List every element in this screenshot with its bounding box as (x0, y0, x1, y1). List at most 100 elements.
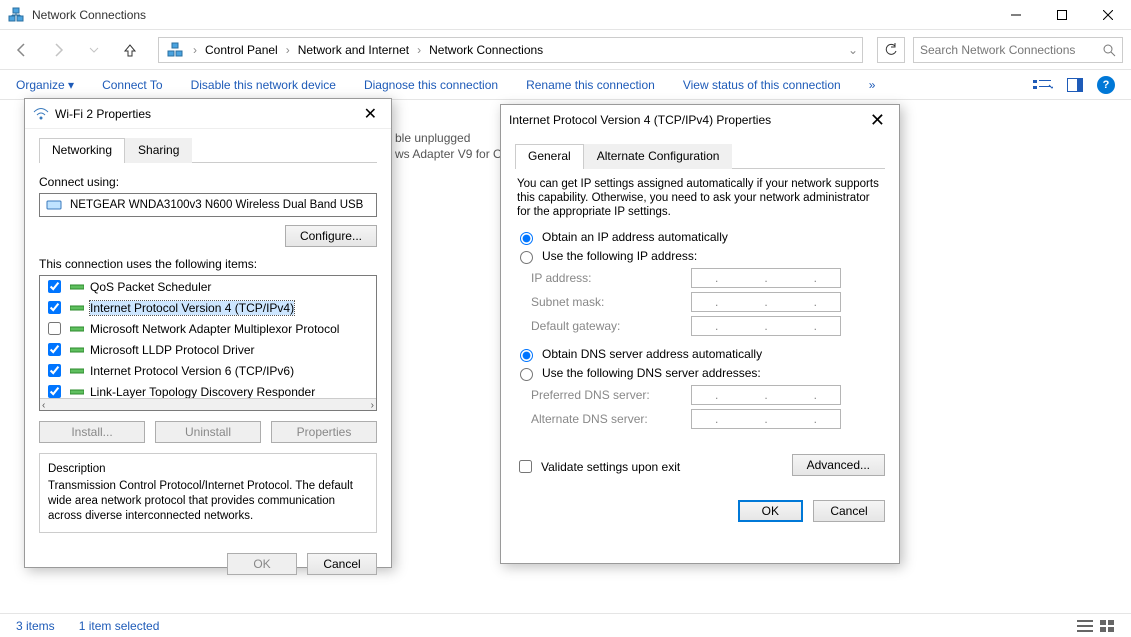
adapter-field[interactable]: NETGEAR WNDA3100v3 N600 Wireless Dual Ba… (39, 193, 377, 217)
checkbox-input[interactable] (48, 343, 61, 356)
dialog-titlebar[interactable]: Internet Protocol Version 4 (TCP/IPv4) P… (501, 105, 899, 135)
ipv4-description: You can get IP settings assigned automat… (517, 177, 883, 219)
view-options-icon[interactable] (1033, 78, 1053, 92)
preview-pane-icon[interactable] (1067, 78, 1083, 92)
radio-auto-dns[interactable]: Obtain DNS server address automatically (515, 346, 885, 362)
checkbox-input[interactable] (48, 301, 61, 314)
radio-input[interactable] (520, 368, 533, 381)
protocol-icon (70, 303, 84, 313)
horizontal-scrollbar[interactable]: ‹› (40, 398, 376, 411)
disable-device-button[interactable]: Disable this network device (191, 78, 336, 92)
radio-label: Use the following DNS server addresses: (542, 366, 761, 380)
organize-menu[interactable]: Organize ▾ (16, 78, 74, 92)
breadcrumb-item[interactable]: Network and Internet (296, 43, 411, 57)
breadcrumb-item[interactable]: Control Panel (203, 43, 280, 57)
protocol-item[interactable]: QoS Packet Scheduler (40, 276, 376, 297)
radio-input[interactable] (520, 251, 533, 264)
tab-networking[interactable]: Networking (39, 138, 125, 163)
items-label: This connection uses the following items… (39, 257, 377, 271)
ok-button[interactable]: OK (738, 500, 803, 522)
statusbar: 3 items 1 item selected (0, 613, 1131, 637)
protocol-item[interactable]: Microsoft Network Adapter Multiplexor Pr… (40, 318, 376, 339)
protocol-icon (70, 366, 84, 376)
protocol-label: Microsoft Network Adapter Multiplexor Pr… (90, 322, 339, 336)
preferred-dns-label: Preferred DNS server: (531, 388, 691, 402)
chevron-right-icon[interactable]: › (286, 43, 290, 57)
view-status-button[interactable]: View status of this connection (683, 78, 841, 92)
details-view-icon[interactable] (1077, 619, 1093, 633)
validate-checkbox[interactable]: Validate settings upon exit (515, 457, 680, 476)
preferred-dns-input: ... (691, 385, 841, 405)
more-commands[interactable]: » (869, 78, 876, 92)
tab-alternate[interactable]: Alternate Configuration (584, 144, 733, 169)
breadcrumb-item[interactable]: Network Connections (427, 43, 545, 57)
recent-dropdown[interactable] (80, 36, 108, 64)
protocol-item[interactable]: Link-Layer Topology Discovery Responder (40, 381, 376, 398)
radio-label: Obtain DNS server address automatically (542, 347, 762, 361)
help-icon[interactable]: ? (1097, 76, 1115, 94)
radio-input[interactable] (520, 349, 533, 362)
bg-line: ws Adapter V9 for Op (395, 146, 509, 162)
protocol-item[interactable]: Internet Protocol Version 4 (TCP/IPv4) (40, 297, 376, 318)
adapter-name: NETGEAR WNDA3100v3 N600 Wireless Dual Ba… (70, 199, 363, 211)
checkbox-input[interactable] (48, 364, 61, 377)
description-box: Description Transmission Control Protoco… (39, 453, 377, 533)
ip-address-input: ... (691, 268, 841, 288)
checkbox-label: Validate settings upon exit (541, 460, 680, 474)
tab-sharing[interactable]: Sharing (125, 138, 192, 163)
checkbox-input[interactable] (48, 280, 61, 293)
install-button[interactable]: Install... (39, 421, 145, 443)
tabstrip: General Alternate Configuration (515, 143, 885, 169)
cancel-button[interactable]: Cancel (307, 553, 377, 575)
up-button[interactable] (116, 36, 144, 64)
diagnose-button[interactable]: Diagnose this connection (364, 78, 498, 92)
connect-to-button[interactable]: Connect To (102, 78, 163, 92)
connect-using-label: Connect using: (39, 175, 377, 189)
subnet-mask-label: Subnet mask: (531, 295, 691, 309)
breadcrumb[interactable]: › Control Panel › Network and Internet ›… (158, 37, 863, 63)
radio-auto-ip[interactable]: Obtain an IP address automatically (515, 229, 885, 245)
dialog-titlebar[interactable]: Wi-Fi 2 Properties ✕ (25, 99, 391, 129)
radio-manual-ip[interactable]: Use the following IP address: (515, 248, 885, 264)
protocol-item[interactable]: Internet Protocol Version 6 (TCP/IPv6) (40, 360, 376, 381)
protocol-item[interactable]: Microsoft LLDP Protocol Driver (40, 339, 376, 360)
cancel-button[interactable]: Cancel (813, 500, 885, 522)
search-icon (1102, 43, 1116, 57)
rename-button[interactable]: Rename this connection (526, 78, 655, 92)
search-placeholder: Search Network Connections (920, 43, 1075, 57)
chevron-right-icon[interactable]: › (417, 43, 421, 57)
default-gateway-input: ... (691, 316, 841, 336)
maximize-button[interactable] (1039, 0, 1085, 30)
checkbox-input[interactable] (519, 460, 532, 473)
description-text: Transmission Control Protocol/Internet P… (48, 479, 368, 524)
configure-button[interactable]: Configure... (285, 225, 377, 247)
description-title: Description (48, 462, 368, 477)
large-icons-view-icon[interactable] (1099, 619, 1115, 633)
protocol-icon (70, 345, 84, 355)
advanced-button[interactable]: Advanced... (792, 454, 885, 476)
protocol-label: QoS Packet Scheduler (90, 280, 211, 294)
uninstall-button[interactable]: Uninstall (155, 421, 261, 443)
properties-button[interactable]: Properties (271, 421, 377, 443)
radio-manual-dns[interactable]: Use the following DNS server addresses: (515, 365, 885, 381)
refresh-button[interactable] (877, 37, 905, 63)
chevron-down-icon[interactable]: ⌄ (848, 43, 858, 57)
forward-button[interactable] (44, 36, 72, 64)
titlebar: Network Connections (0, 0, 1131, 30)
background-adapter-text: ble unplugged ws Adapter V9 for Op (395, 130, 509, 162)
chevron-right-icon[interactable]: › (193, 43, 197, 57)
minimize-button[interactable] (993, 0, 1039, 30)
close-button[interactable] (1085, 0, 1131, 30)
checkbox-input[interactable] (48, 385, 61, 398)
ok-button[interactable]: OK (227, 553, 297, 575)
tab-general[interactable]: General (515, 144, 584, 169)
checkbox-input[interactable] (48, 322, 61, 335)
radio-input[interactable] (520, 232, 533, 245)
back-button[interactable] (8, 36, 36, 64)
close-icon[interactable]: ✕ (358, 104, 383, 124)
close-icon[interactable]: ✕ (864, 110, 891, 131)
network-icon (167, 42, 183, 58)
protocol-list[interactable]: QoS Packet Scheduler Internet Protocol Ve… (39, 275, 377, 411)
navbar: › Control Panel › Network and Internet ›… (0, 30, 1131, 70)
search-input[interactable]: Search Network Connections (913, 37, 1123, 63)
